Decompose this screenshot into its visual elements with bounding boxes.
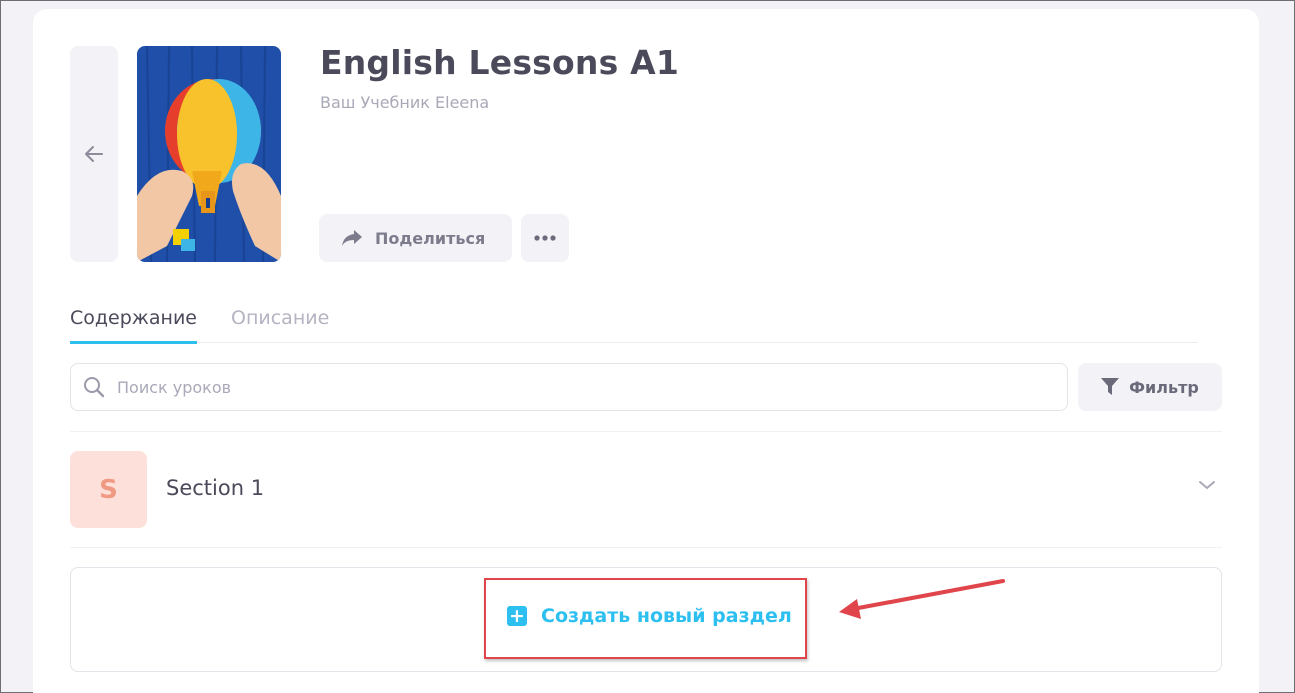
search-input[interactable] (117, 377, 1017, 397)
course-subtitle: Ваш Учебник Eleena (320, 93, 490, 112)
section-title: Section 1 (166, 476, 265, 500)
section-avatar: S (70, 451, 147, 528)
section-row[interactable]: S Section 1 (70, 433, 1222, 545)
more-horizontal-icon (534, 235, 556, 241)
back-button[interactable] (70, 46, 118, 262)
tab-contents[interactable]: Содержание (70, 307, 197, 344)
arrow-left-icon (85, 146, 103, 162)
filter-button-label: Фильтр (1129, 377, 1199, 397)
chevron-down-icon[interactable] (1198, 479, 1216, 491)
divider (70, 431, 1222, 432)
more-options-button[interactable] (521, 214, 569, 262)
search-icon (84, 377, 105, 398)
content-tabs: Содержание Описание (70, 307, 1198, 344)
filter-button[interactable]: Фильтр (1078, 363, 1222, 411)
annotation-arrow-icon (839, 579, 1005, 619)
share-button-label: Поделиться (375, 228, 486, 248)
tab-description[interactable]: Описание (231, 307, 329, 339)
course-cover-image (137, 46, 281, 262)
course-title: English Lessons A1 (320, 43, 679, 82)
annotation-highlight-box (484, 578, 807, 659)
lesson-search-box[interactable] (70, 363, 1068, 411)
filter-funnel-icon (1101, 378, 1120, 395)
divider (70, 547, 1222, 548)
share-button[interactable]: Поделиться (319, 214, 512, 262)
share-arrow-icon (342, 230, 362, 246)
